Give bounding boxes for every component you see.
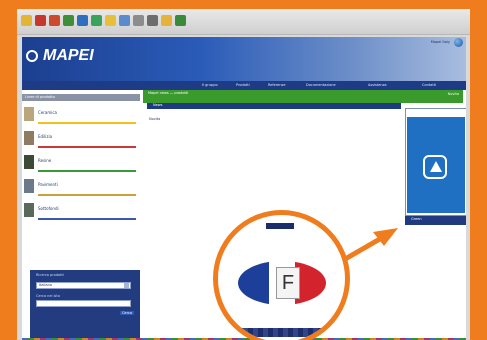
- magnifier-bar: [266, 223, 294, 229]
- screen: { "header": { "logo_text": "MAPEI", "uti…: [0, 0, 487, 340]
- magnifier-callout: F: [213, 210, 350, 340]
- french-flag-icon[interactable]: F: [238, 261, 326, 305]
- magnifier-stripe: [218, 328, 345, 337]
- flag-letter: F: [276, 267, 300, 299]
